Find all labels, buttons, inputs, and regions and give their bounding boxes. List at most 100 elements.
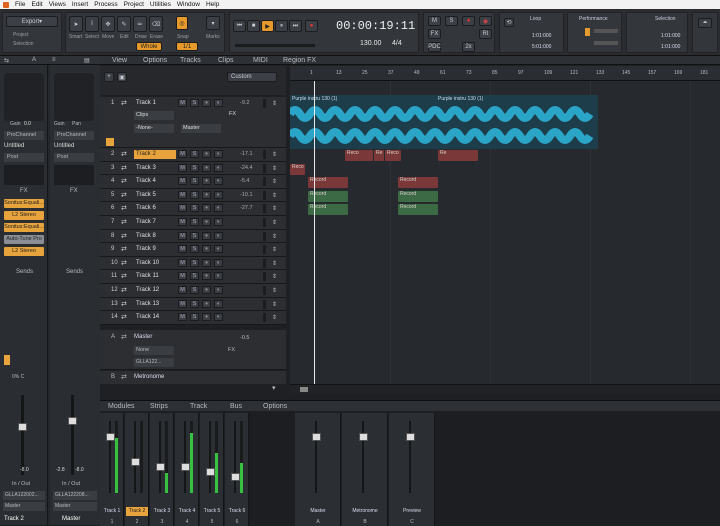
clip-track2-a[interactable]: Reco (345, 150, 373, 161)
mute-all-button[interactable]: M (428, 16, 441, 26)
erase-tool-icon[interactable]: ⌫ (149, 16, 163, 32)
menu-window[interactable]: Window (177, 1, 200, 8)
channel-name[interactable]: Track 1 (101, 507, 123, 516)
channel-name[interactable]: Track 6 (226, 507, 248, 516)
monitor-icon[interactable]: ◐ (214, 272, 223, 281)
clip-track5-b[interactable]: Record (398, 191, 438, 202)
track-menu-icon[interactable]: ⇕ (272, 165, 277, 172)
mute-button[interactable]: M (178, 204, 187, 213)
track-name[interactable]: Track 10 (134, 259, 176, 268)
track-menu-icon[interactable]: ⇕ (272, 192, 277, 199)
fx-slot-4[interactable]: Auto-Tune Pro (4, 235, 44, 244)
monitor-icon[interactable]: ◐ (214, 163, 223, 172)
track-name[interactable]: Track 6 (134, 204, 176, 213)
bus-fader[interactable] (359, 433, 368, 441)
solo-button[interactable]: S (190, 245, 199, 254)
selection-radio-label[interactable]: Selection (13, 41, 34, 47)
menu-region-fx[interactable]: Region FX (283, 57, 316, 64)
track-menu-icon[interactable]: ⇕ (272, 301, 277, 308)
solo-button[interactable]: S (190, 258, 199, 267)
clip-track2-d[interactable]: Re (438, 150, 478, 161)
menu-views[interactable]: Views (49, 1, 66, 8)
track-menu-icon[interactable]: ⇕ (272, 273, 277, 280)
solo-button[interactable]: S (190, 190, 199, 199)
edit-tool-icon[interactable]: ✎ (117, 16, 131, 32)
track-name[interactable]: Track 12 (134, 286, 176, 295)
console-menu-bus[interactable]: Bus (230, 403, 242, 410)
track-name[interactable]: Track 14 (134, 313, 176, 322)
track1-clips-dropdown[interactable]: Clips (134, 111, 174, 120)
arm-icon[interactable]: ● (202, 258, 211, 267)
track-options-icon[interactable]: ▣ (117, 72, 127, 82)
solo-all-button[interactable]: S (445, 16, 458, 26)
track-header[interactable]: 5 ⇄ Track 5 M S ● ◐ -10.1 ⇕ (100, 188, 286, 203)
marks-icon[interactable]: ▾ (206, 16, 220, 30)
post-button-2[interactable]: Post (54, 153, 94, 162)
bus-fader[interactable] (406, 433, 415, 441)
select-tool-icon[interactable]: I (85, 16, 99, 32)
track1-input-dropdown[interactable]: -None- (134, 124, 174, 133)
pan-knob-icon[interactable] (4, 355, 10, 365)
input-dropdown[interactable]: GLLA122002... (3, 491, 45, 500)
console-menu-options[interactable]: Options (263, 403, 287, 410)
project-radio-label[interactable]: Project (13, 32, 29, 38)
solo-button[interactable]: S (190, 150, 199, 158)
channel-fader[interactable] (206, 468, 215, 476)
console-menu-track[interactable]: Track (190, 403, 207, 410)
monitor-icon[interactable]: ◐ (214, 177, 223, 186)
track-header[interactable]: 8 ⇄ Track 8 M S ● ◐ ⇕ (100, 229, 286, 244)
monitor-icon[interactable]: ◐ (214, 150, 223, 158)
clip-track3-a[interactable]: Reco (290, 164, 305, 175)
bus-fader[interactable] (312, 433, 321, 441)
channel-fader[interactable] (231, 473, 240, 481)
console-channel-strip[interactable]: Track 6 6 (225, 413, 249, 526)
track-menu-icon[interactable]: ⇕ (272, 233, 277, 240)
arm-icon[interactable]: ● (202, 218, 211, 226)
fx-slot-2[interactable]: L2 Stereo (4, 211, 44, 220)
arm-icon[interactable]: ● (202, 204, 211, 213)
track1-output-dropdown[interactable]: Master (181, 124, 221, 133)
output-dropdown-2[interactable]: Master (53, 502, 97, 511)
fx-slot-5[interactable]: L2 Stereo (4, 247, 44, 256)
clip-track4-b[interactable]: Record (398, 177, 438, 188)
track-header[interactable]: 14 ⇄ Track 14 M S ● ◐ ⇕ (100, 311, 286, 325)
track-header[interactable]: 3 ⇄ Track 3 M S ● ◐ -24.4 ⇕ (100, 161, 286, 176)
track-name[interactable]: Track 4 (134, 177, 176, 186)
mute-button[interactable]: M (178, 190, 187, 199)
track-name[interactable]: Track 1 (134, 99, 176, 108)
now-time-cursor[interactable] (314, 81, 315, 384)
bus-name[interactable]: Preview (390, 507, 434, 516)
console-channel-strip[interactable]: Track 3 3 (150, 413, 174, 526)
track-header[interactable]: 2 ⇄ Track 2 M S ● ◐ -17.1 ⇕ (100, 148, 286, 162)
master-output-dropdown[interactable]: GLLA122... (134, 358, 174, 367)
channel-fader[interactable] (106, 433, 115, 441)
track-name[interactable]: Track 2 (134, 150, 176, 159)
inspector-menu-icon[interactable]: ▤ (84, 57, 90, 64)
bus-name[interactable]: Metronome (343, 507, 387, 516)
channel-fader[interactable] (131, 458, 140, 466)
arm-icon[interactable]: ● (202, 163, 211, 172)
post-button[interactable]: Post (4, 153, 44, 162)
loop-end[interactable]: 5:01:000 (532, 44, 551, 50)
menu-insert[interactable]: Insert (72, 1, 88, 8)
horizontal-scrollbar[interactable] (290, 384, 720, 394)
monitor-icon[interactable]: ◐ (214, 99, 223, 107)
console-channel-strip[interactable]: Track 1 1 (100, 413, 124, 526)
ri-button[interactable]: RI (479, 29, 492, 39)
monitor-icon[interactable]: ◉ (479, 16, 492, 26)
arm-icon[interactable]: ● (202, 286, 211, 294)
rewind-icon[interactable]: ⏮ (233, 20, 246, 32)
console-menu-modules[interactable]: Modules (108, 403, 134, 410)
inspector-link-icon[interactable]: ⇆ (4, 57, 9, 64)
fx-button[interactable]: FX (428, 29, 441, 39)
track-volume[interactable]: -24.4 (240, 165, 253, 171)
solo-button[interactable]: S (190, 163, 199, 172)
console-channel-strip[interactable]: Track 4 4 (175, 413, 199, 526)
mute-button[interactable]: M (178, 177, 187, 186)
channel-name[interactable]: Track 3 (151, 507, 173, 516)
track-header[interactable]: 10 ⇄ Track 10 M S ● ◐ ⇕ (100, 256, 286, 271)
master-track-header[interactable]: A ⇄ Master -0.5 None GLLA122... FX (100, 330, 286, 370)
monitor-icon[interactable]: ◐ (214, 231, 223, 240)
console-bus-strip[interactable]: Preview C (389, 413, 435, 526)
channel-fader[interactable] (181, 463, 190, 471)
